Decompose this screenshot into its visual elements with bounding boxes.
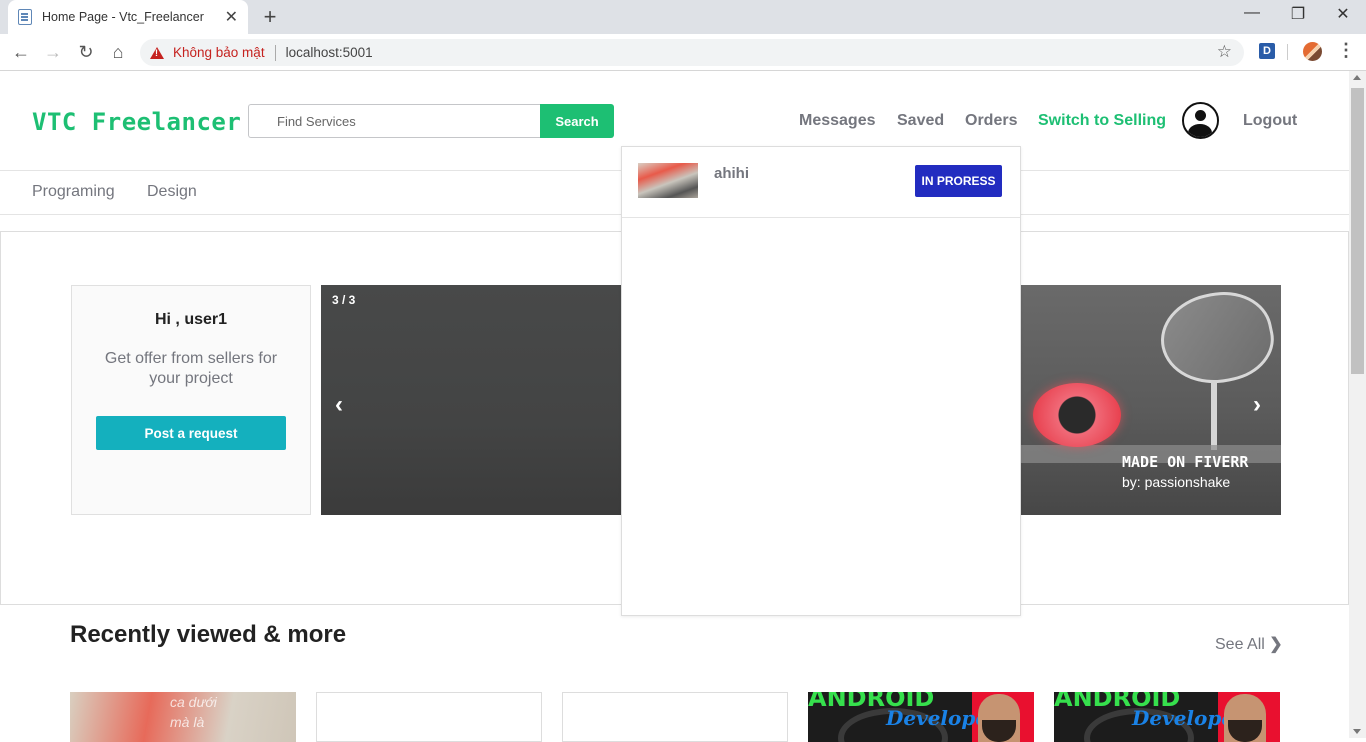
mirror-shape	[1152, 285, 1281, 394]
gig-card[interactable]	[562, 692, 788, 742]
tab-title: Home Page - Vtc_Freelancer	[42, 10, 204, 24]
carousel-image: MADE ON FIVERR by: passionshake	[1021, 285, 1281, 515]
reload-icon[interactable]: ↻	[74, 40, 98, 64]
home-icon[interactable]: ⌂	[106, 40, 130, 64]
warning-icon[interactable]	[150, 46, 164, 59]
carousel-overlay-title: MADE ON FIVERR	[1122, 453, 1249, 471]
browser-tab[interactable]: Home Page - Vtc_Freelancer ✕	[8, 0, 248, 34]
carousel-prev-icon[interactable]: ‹	[335, 391, 343, 419]
gig-card[interactable]: ca dưới mà là	[70, 692, 296, 742]
category-design[interactable]: Design	[147, 183, 197, 201]
page-scrollbar[interactable]	[1349, 71, 1366, 738]
omnibox-separator	[274, 44, 276, 61]
extension-icon[interactable]: D	[1259, 43, 1275, 59]
search-bar: Search	[248, 104, 614, 138]
order-thumbnail	[638, 163, 698, 198]
see-all-label[interactable]: See All	[1215, 636, 1265, 653]
slide-counter: 3 / 3	[332, 293, 356, 307]
minimize-icon[interactable]: —	[1229, 4, 1275, 22]
carousel-overlay-byline: by: passionshake	[1122, 474, 1231, 490]
greeting-subtitle: Get offer from sellers for your project	[104, 350, 278, 387]
gig-card[interactable]	[316, 692, 542, 742]
recent-section-title: Recently viewed & more	[70, 621, 347, 648]
browser-menu-icon[interactable]: ⋮	[1337, 40, 1355, 61]
post-request-button[interactable]: Post a request	[96, 416, 286, 450]
maximize-icon[interactable]: ❐	[1275, 4, 1321, 24]
search-input[interactable]	[248, 104, 540, 138]
mirror-stand-shape	[1211, 380, 1217, 450]
user-avatar-icon[interactable]	[1182, 102, 1219, 139]
category-programing[interactable]: Programing	[32, 183, 115, 201]
document-icon	[18, 9, 32, 25]
greeting-title: Hi , user1	[154, 311, 228, 328]
carousel-next-icon[interactable]: ›	[1253, 391, 1261, 419]
browser-toolbar: ← → ↻ ⌂ Không bảo mật localhost:5001 ☆ D…	[0, 34, 1366, 71]
scroll-down-icon[interactable]	[1353, 729, 1361, 734]
nav-saved[interactable]: Saved	[897, 112, 944, 130]
close-window-icon[interactable]: ✕	[1320, 4, 1366, 24]
site-logo[interactable]: VTC Freelancer	[32, 108, 241, 136]
new-tab-icon[interactable]: +	[258, 4, 282, 30]
orders-dropdown: ahihi IN PRORESS	[621, 146, 1021, 616]
nav-messages[interactable]: Messages	[799, 112, 876, 130]
scroll-up-icon[interactable]	[1353, 75, 1361, 80]
gig-image-watermark: ca dưới mà là	[170, 694, 217, 730]
browser-tab-bar: Home Page - Vtc_Freelancer ✕ + — ❐ ✕	[0, 0, 1366, 34]
security-label[interactable]: Không bảo mật	[173, 45, 265, 60]
order-status-badge[interactable]: IN PRORESS	[915, 165, 1002, 197]
order-name[interactable]: ahihi	[714, 165, 749, 182]
url-text[interactable]: localhost:5001	[286, 45, 373, 60]
gig-card[interactable]: ANDROID Developer	[1054, 692, 1280, 742]
chevron-right-icon[interactable]: ❯	[1269, 636, 1282, 653]
nav-orders[interactable]: Orders	[965, 112, 1017, 130]
forward-icon[interactable]: →	[41, 40, 65, 64]
gig-card[interactable]: ANDROID Developer	[808, 692, 1034, 742]
greeting-card: Hi , user1 Get offer from sellers for yo…	[71, 285, 311, 515]
search-button[interactable]: Search	[540, 104, 614, 138]
nav-switch-to-selling[interactable]: Switch to Selling	[1038, 112, 1166, 130]
order-item[interactable]: ahihi IN PRORESS	[622, 147, 1020, 218]
bookmark-star-icon[interactable]: ☆	[1217, 42, 1232, 62]
close-tab-icon[interactable]: ✕	[225, 7, 238, 27]
see-all-link[interactable]: See All ❯	[1215, 634, 1283, 654]
profile-icon[interactable]	[1303, 42, 1322, 61]
scroll-thumb[interactable]	[1351, 88, 1364, 374]
toolbar-separator	[1287, 44, 1288, 60]
lamp-shape	[1033, 383, 1121, 447]
back-icon[interactable]: ←	[9, 40, 33, 64]
address-bar[interactable]: Không bảo mật localhost:5001 ☆	[140, 39, 1244, 66]
nav-logout[interactable]: Logout	[1243, 112, 1297, 130]
